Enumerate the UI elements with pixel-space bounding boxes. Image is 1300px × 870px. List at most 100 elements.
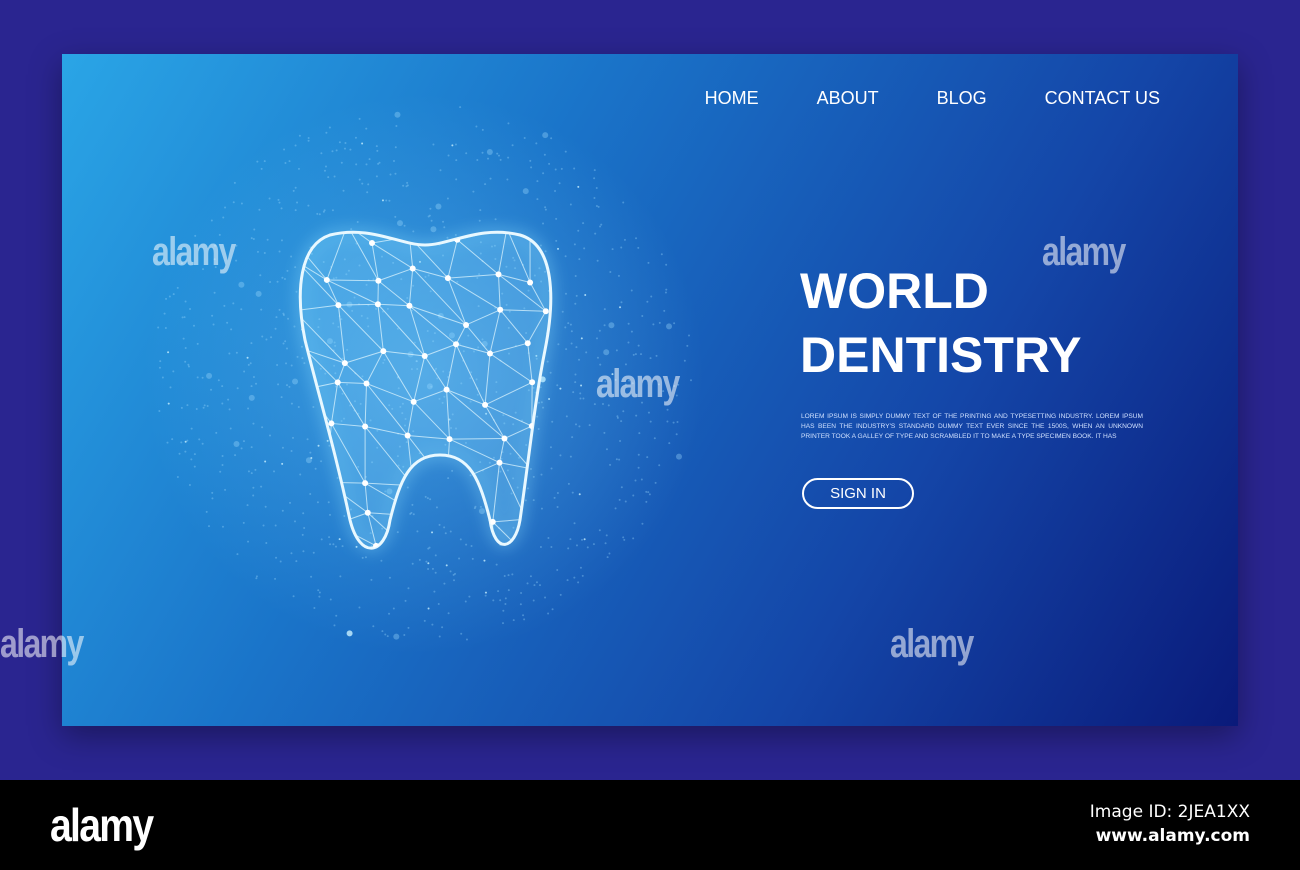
globe-dot [588, 424, 591, 427]
globe-dot [307, 139, 310, 142]
globe-dot [522, 188, 529, 195]
globe-dot [184, 360, 187, 363]
globe-dot [294, 186, 297, 189]
globe-dot [180, 406, 183, 409]
globe-dot [294, 520, 297, 523]
globe-dot [186, 404, 189, 407]
globe-dot [573, 522, 576, 525]
globe-dot [574, 373, 577, 376]
globe-dot [655, 354, 658, 357]
globe-dot [431, 531, 434, 534]
sign-in-button[interactable]: SIGN IN [802, 478, 914, 509]
nav-home[interactable]: HOME [705, 88, 759, 109]
globe-dot [283, 277, 286, 280]
globe-dot [578, 493, 581, 496]
globe-dot [280, 396, 283, 399]
globe-dot [503, 574, 506, 577]
globe-dot [529, 575, 532, 578]
globe-dot [385, 199, 388, 202]
globe-dot [287, 317, 290, 320]
globe-dot [496, 152, 499, 155]
globe-dot [504, 597, 507, 600]
title-line-2: DENTISTRY [800, 327, 1082, 383]
globe-dot [265, 338, 268, 341]
globe-dot [164, 326, 167, 329]
globe-dot [256, 250, 259, 253]
globe-dot [486, 148, 493, 155]
globe-dot [344, 142, 347, 145]
globe-dot [683, 359, 686, 362]
globe-dot [396, 220, 403, 227]
globe-dot [252, 376, 255, 379]
globe-dot [328, 444, 331, 447]
globe-dot [537, 401, 540, 404]
globe-dot [430, 219, 433, 222]
globe-dot [455, 178, 458, 181]
globe-dot [270, 336, 273, 339]
globe-dot [549, 446, 552, 449]
globe-dot [554, 189, 557, 192]
globe-dot [255, 290, 262, 297]
main-nav: HOME ABOUT BLOG CONTACT US [705, 88, 1160, 109]
globe-dot [394, 146, 397, 149]
nav-contact-us[interactable]: CONTACT US [1045, 88, 1160, 109]
globe-dot [542, 406, 545, 409]
globe-dot [507, 574, 510, 577]
globe-dot [358, 178, 361, 181]
globe-dot [181, 316, 184, 319]
globe-dot [328, 126, 331, 129]
globe-dot [484, 594, 487, 597]
globe-dot [666, 408, 669, 411]
globe-dot [295, 560, 298, 563]
globe-dot [599, 225, 602, 228]
globe-dot [286, 347, 289, 350]
globe-dot [280, 207, 283, 210]
globe-dot [342, 189, 345, 192]
globe-dot [290, 449, 293, 452]
globe-dot [572, 391, 575, 394]
globe-dot [598, 329, 601, 332]
globe-dot [507, 589, 510, 592]
globe-dot [637, 466, 640, 469]
globe-dot [293, 325, 296, 328]
globe-dot [443, 582, 446, 585]
globe-dot [595, 204, 598, 207]
globe-dot [394, 215, 397, 218]
globe-dot [222, 216, 225, 219]
globe-dot [333, 624, 336, 627]
nav-blog[interactable]: BLOG [937, 88, 987, 109]
globe-dot [256, 160, 259, 163]
globe-dot [616, 416, 619, 419]
globe-dot [573, 576, 576, 579]
globe-dot [227, 398, 230, 401]
globe-dot [312, 551, 315, 554]
globe-dot [634, 353, 637, 356]
globe-dot [358, 606, 361, 609]
globe-dot [300, 345, 303, 348]
globe-dot [542, 222, 545, 225]
globe-dot [292, 378, 299, 385]
watermark: alamy [890, 622, 974, 666]
nav-about[interactable]: ABOUT [817, 88, 879, 109]
globe-dot [595, 186, 598, 189]
globe-dot [314, 467, 317, 470]
globe-dot [632, 353, 635, 356]
globe-dot [597, 205, 600, 208]
globe-dot [641, 522, 644, 525]
globe-dot [295, 290, 298, 293]
globe-dot [550, 545, 553, 548]
globe-dot [499, 158, 502, 161]
globe-dot [547, 612, 550, 615]
mesh-node [529, 379, 536, 386]
globe-dot [282, 312, 285, 315]
globe-dot [285, 384, 288, 387]
globe-dot [291, 436, 294, 439]
globe-dot [320, 152, 323, 155]
globe-dot [326, 439, 329, 442]
globe-dot [303, 362, 306, 365]
mesh-node [463, 321, 470, 328]
mesh-node [444, 275, 451, 282]
mesh-node [406, 302, 413, 309]
globe-dot [202, 406, 205, 409]
globe-dot [210, 388, 213, 391]
